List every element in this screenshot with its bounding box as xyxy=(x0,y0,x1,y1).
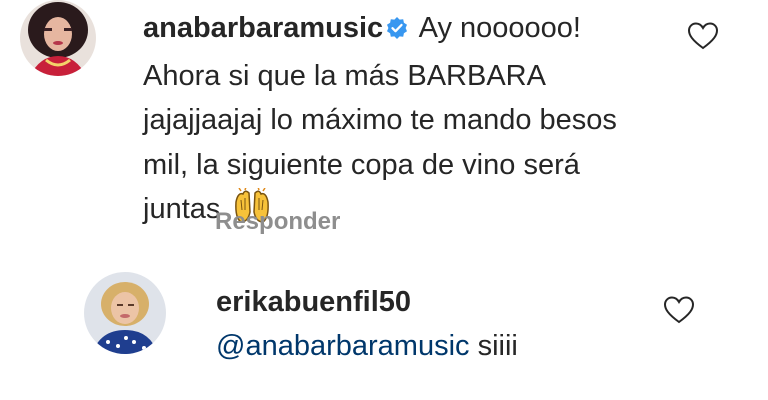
comment-username[interactable]: anabarbaramusic xyxy=(143,12,383,44)
like-heart-icon[interactable] xyxy=(663,296,695,329)
reply-button[interactable]: Responder xyxy=(215,205,340,239)
avatar[interactable] xyxy=(20,0,96,76)
verified-badge-icon xyxy=(385,9,409,54)
like-heart-icon[interactable] xyxy=(687,22,719,55)
comment-username[interactable]: erikabuenfil50 xyxy=(216,282,411,322)
comment-body: siiii xyxy=(477,330,518,362)
comment-text: @anabarbaramusic siiii xyxy=(216,326,518,366)
comment-item: anabarbaramusic Ay noooooo! Ahora si que… xyxy=(0,0,768,250)
mention-link[interactable]: @anabarbaramusic xyxy=(216,330,470,362)
avatar[interactable] xyxy=(84,272,166,354)
reply-comment-item: erikabuenfil50 @anabarbaramusic siiii xyxy=(0,262,768,400)
